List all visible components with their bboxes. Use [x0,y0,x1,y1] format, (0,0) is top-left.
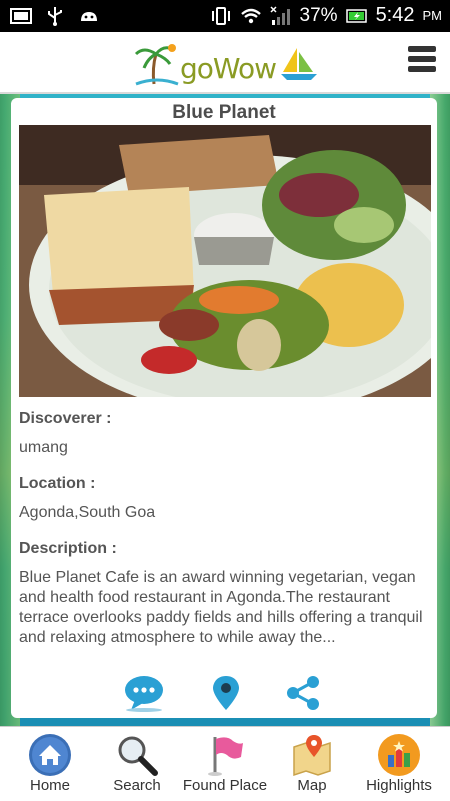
vibrate-icon [211,6,230,25]
description-label: Description : [19,540,117,557]
status-bar: 37% 5:42 PM [0,0,450,32]
clock: 5:42 [375,4,415,26]
food-plate-image [19,125,431,397]
usb-icon [48,7,62,26]
battery-percent: 37% [299,4,338,26]
share-icon[interactable] [283,674,325,712]
map-icon [293,735,331,777]
place-photo[interactable] [19,125,431,397]
app-header: goWow [0,32,450,94]
place-actions [11,672,437,718]
home-icon [29,734,71,776]
nav-search[interactable]: Search [92,727,182,801]
logo-text: goWow [180,52,277,85]
flag-icon [208,737,243,776]
chat-bubble-icon[interactable] [123,674,165,712]
status-notifications [10,6,100,26]
status-system: 37% 5:42 PM [210,4,442,27]
discoverer-value: umang [19,439,68,456]
place-title: Blue Planet [172,102,276,123]
nav-found-place[interactable]: Found Place [180,727,270,801]
signal-icon [270,5,290,25]
magnifier-icon [118,736,158,776]
discoverer-label: Discoverer : [19,410,112,427]
location-value: Agonda,South Goa [19,504,156,521]
battery-charging-icon [345,8,367,23]
sailboat-icon [281,48,317,80]
highlights-icon [378,734,420,776]
wifi-icon [240,8,261,23]
nav-map[interactable]: Map [267,727,357,801]
menu-bar [408,56,436,62]
menu-bar [408,46,436,52]
palm-tree-icon [134,44,179,86]
nav-home-label: Home [29,777,70,794]
menu-bar [408,66,436,72]
place-detail-card: Blue Planet Discoverer : umang Location … [11,98,437,718]
map-pin-icon[interactable] [205,674,247,712]
gallery-icon [10,8,32,24]
nav-highlights-label: Highlights [366,777,432,794]
description-text: Blue Planet Cafe is an award winning veg… [19,569,423,646]
nav-found-place-label: Found Place [182,777,268,794]
menu-button[interactable] [408,46,436,78]
location-label: Location : [19,475,96,492]
android-icon [81,12,97,21]
gowow-logo[interactable]: goWow [134,40,319,86]
clock-ampm: PM [422,8,443,23]
place-details: Discoverer : umang Location : Agonda,Sou… [19,410,429,678]
bottom-navigation: Home Search Found Place Map Highlights [0,726,450,801]
nav-map-label: Map [297,777,327,794]
nav-home[interactable]: Home [5,727,95,801]
nav-search-label: Search [113,777,161,794]
nav-highlights[interactable]: Highlights [354,727,444,801]
